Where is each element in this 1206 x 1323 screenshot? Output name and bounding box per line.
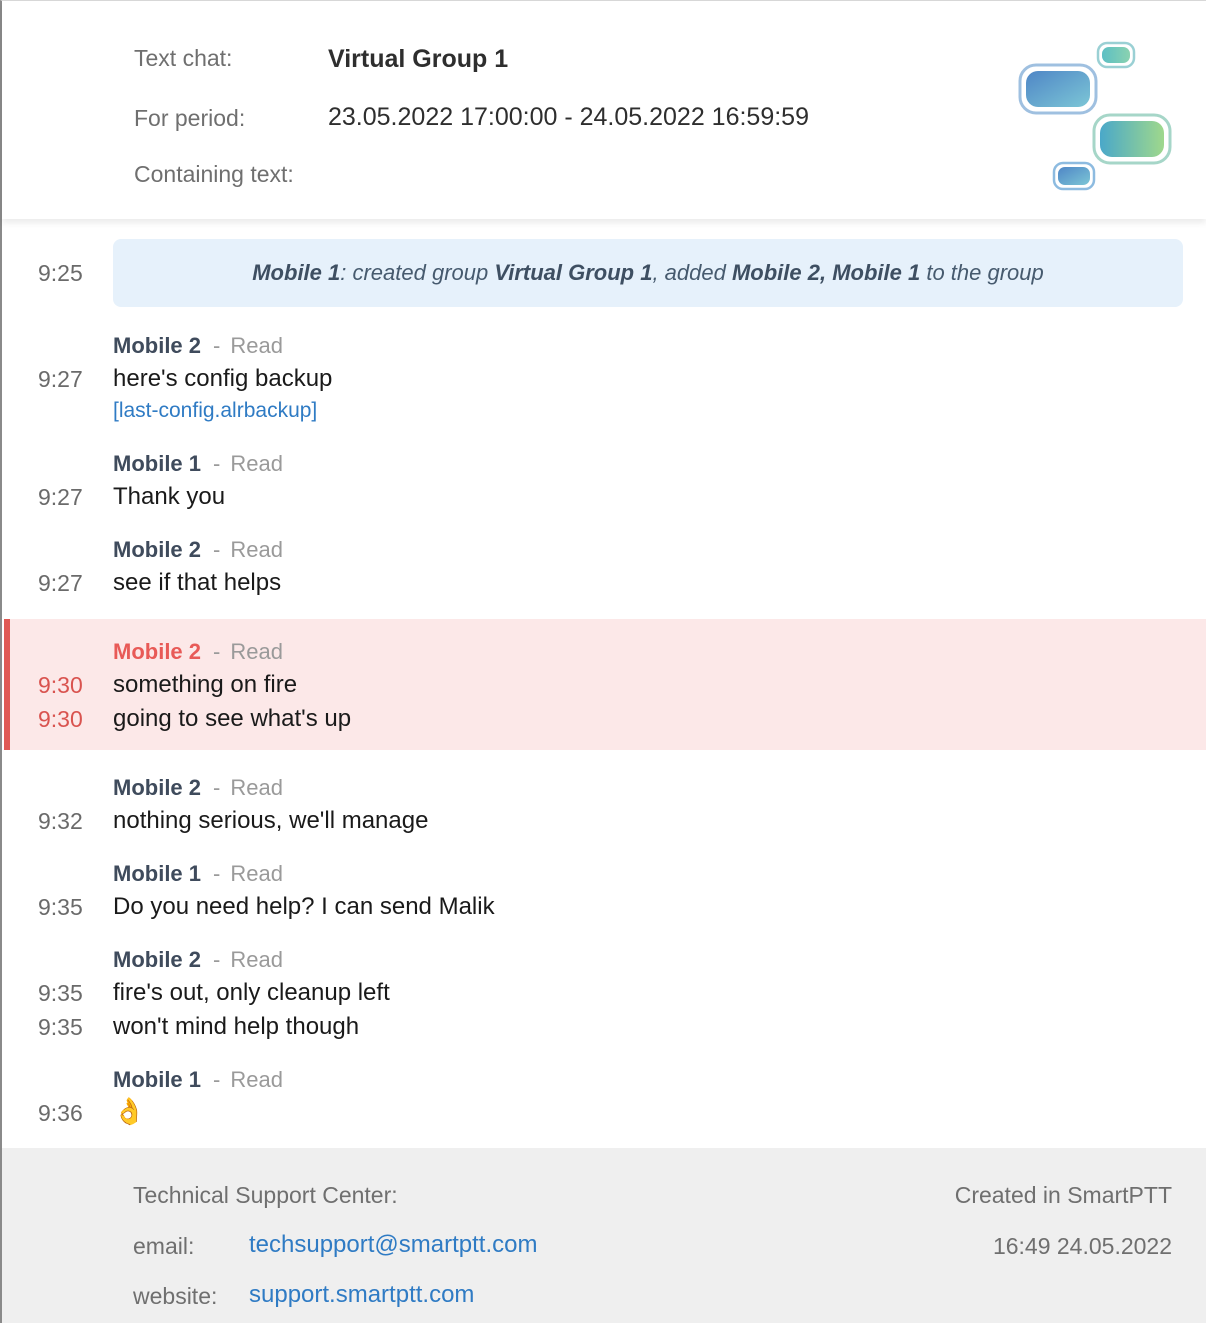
period-value: 23.05.2022 17:00:00 - 24.05.2022 16:59:5…: [328, 103, 809, 131]
message-time: 9:27: [38, 366, 83, 392]
website-label: website:: [133, 1283, 218, 1309]
report-header: Text chat: Virtual Group 1 For period: 2…: [2, 1, 1206, 219]
support-title: Technical Support Center:: [133, 1182, 398, 1208]
read-status: Read: [230, 451, 283, 476]
period-label: For period:: [134, 105, 246, 131]
read-status: Read: [230, 1067, 283, 1092]
report-footer: Technical Support Center: email: techsup…: [2, 1148, 1206, 1323]
message-time: 9:32: [38, 808, 83, 834]
message-text: nothing serious, we'll manage: [113, 807, 429, 834]
message-text: see if that helps: [113, 569, 282, 596]
created-in-label: Created in SmartPTT: [954, 1182, 1172, 1208]
read-status: Read: [230, 861, 283, 886]
message-time: 9:36: [38, 1100, 83, 1126]
message-sender: Mobile 2- Read: [113, 333, 283, 358]
message-text: won't mind help though: [113, 1013, 360, 1040]
message-time: 9:27: [38, 570, 83, 596]
system-message: Mobile 1: created group Virtual Group 1,…: [113, 239, 1183, 307]
message-text: fire's out, only cleanup left: [113, 979, 390, 1006]
message-time: 9:27: [38, 484, 83, 510]
email-link[interactable]: techsupport@smartptt.com: [249, 1231, 537, 1259]
message-sender: Mobile 1- Read: [113, 1067, 283, 1092]
system-text: to the group: [920, 260, 1044, 285]
message-sender: Mobile 2- Read: [113, 775, 283, 800]
system-text: , added: [652, 260, 732, 285]
message-text: Do you need help? I can send Malik: [113, 893, 495, 920]
message-text: here's config backup: [113, 365, 333, 392]
message-sender: Mobile 2- Read: [113, 639, 283, 664]
created-at-timestamp: 16:49 24.05.2022: [992, 1233, 1172, 1259]
message-sender: Mobile 1- Read: [113, 861, 283, 886]
message-time: 9:25: [38, 260, 83, 286]
read-status: Read: [230, 775, 283, 800]
message-text: something on fire: [113, 671, 298, 698]
system-members: Mobile 2, Mobile 1: [731, 260, 921, 285]
message-time: 9:35: [38, 894, 83, 920]
message-text: going to see what's up: [113, 705, 352, 732]
smartptt-logo-icon: [1018, 41, 1172, 191]
system-text: : created group: [340, 260, 495, 285]
email-label: email:: [133, 1233, 195, 1259]
read-status: Read: [230, 947, 283, 972]
message-time: 9:30: [38, 672, 83, 698]
attachment-link[interactable]: [last-config.alrbackup]: [113, 399, 317, 423]
containing-text-label: Containing text:: [134, 161, 294, 187]
chat-log: 9:25 Mobile 1: created group Virtual Gro…: [2, 220, 1206, 1148]
message-time: 9:35: [38, 1014, 83, 1040]
message-sender: Mobile 1- Read: [113, 451, 283, 476]
message-time: 9:35: [38, 980, 83, 1006]
read-status: Read: [230, 333, 283, 358]
system-group: Virtual Group 1: [494, 260, 653, 285]
system-actor: Mobile 1: [252, 260, 341, 285]
message-time: 9:30: [38, 706, 83, 732]
read-status: Read: [230, 639, 283, 664]
message-text: Thank you: [113, 483, 226, 510]
read-status: Read: [230, 537, 283, 562]
website-link[interactable]: support.smartptt.com: [249, 1281, 474, 1309]
message-sender: Mobile 2- Read: [113, 947, 283, 972]
text-chat-value: Virtual Group 1: [328, 45, 509, 73]
text-chat-label: Text chat:: [134, 45, 233, 71]
ok-hand-icon: 👌: [113, 1096, 146, 1126]
message-sender: Mobile 2- Read: [113, 537, 283, 562]
